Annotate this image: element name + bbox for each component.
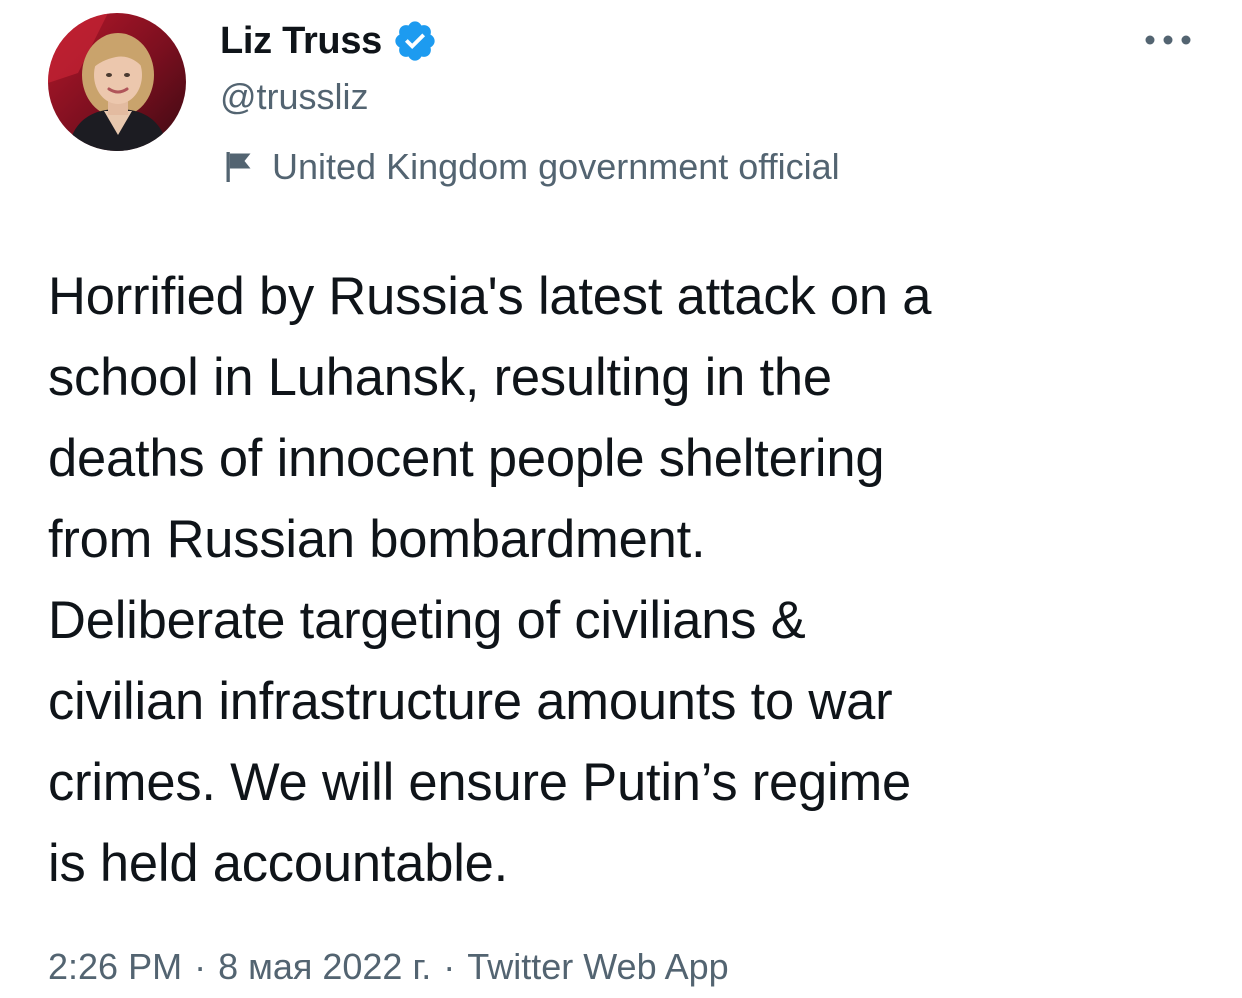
verified-badge-icon [392, 18, 438, 64]
affiliation-label: United Kingdom government official [222, 142, 840, 192]
tweet-text: Horrified by Russia's latest attack on a… [48, 267, 932, 893]
tweet-time[interactable]: 2:26 PM [48, 946, 182, 988]
tweet-date[interactable]: 8 мая 2022 г. [218, 946, 431, 988]
author-handle[interactable]: @trussliz [220, 76, 369, 118]
author-display-name[interactable]: Liz Truss [220, 20, 382, 63]
government-label-text: United Kingdom government official [272, 146, 840, 187]
tweet-metadata: 2:26 PM · 8 мая 2022 г. · Twitter Web Ap… [48, 946, 729, 988]
more-options-icon[interactable] [1140, 22, 1196, 58]
flag-icon [222, 149, 258, 185]
tweet-card: Liz Truss @trussliz United Kingdom gover… [0, 0, 1242, 998]
meta-separator: · [194, 946, 207, 987]
author-name-row: Liz Truss [220, 16, 438, 66]
author-avatar[interactable] [48, 13, 186, 151]
avatar-image [48, 13, 186, 151]
tweet-source[interactable]: Twitter Web App [467, 946, 728, 988]
meta-separator: · [443, 946, 456, 987]
